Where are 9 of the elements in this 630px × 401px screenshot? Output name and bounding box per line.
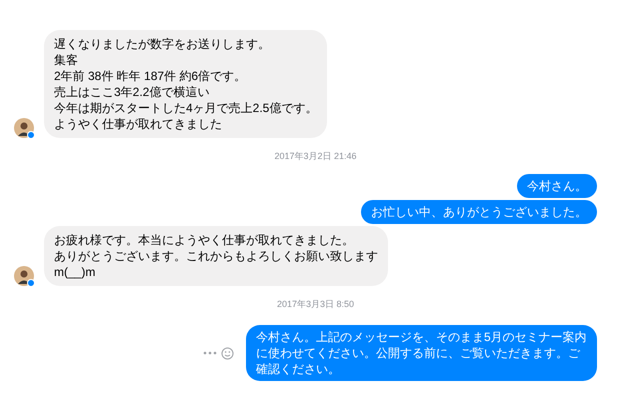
smiley-icon[interactable] <box>221 346 234 360</box>
timestamp: 2017年3月2日 21:46 <box>274 150 357 163</box>
message-bubble: お疲れ様です。本当にようやく仕事が取れてきました。 ありがとうございます。これからもよろしくお願い致します m(__)m <box>44 226 388 286</box>
timestamp: 2017年3月3日 8:50 <box>276 298 354 310</box>
message-bubble: お忙しい中、ありがとうございました。 <box>361 200 597 224</box>
message-bubble: 今村さん。上記のメッセージを、そのまま5月のセミナー案内に使わせてください。公開する前に、ご覧いただきます。ご確認ください。 <box>246 325 597 381</box>
more-icon[interactable] <box>203 351 217 355</box>
message-bubble: 遅くなりましたが数字をお送りします。 集客 2年前 38件 昨年 187件 約6倍です。 売上はここ3年2.2億で横這い 今年は期がスタートした4ヶ月で売上2.5億です。 ようやく仕事が取れてきました <box>44 30 328 138</box>
message-bubble: 今村さん。 <box>517 174 597 198</box>
